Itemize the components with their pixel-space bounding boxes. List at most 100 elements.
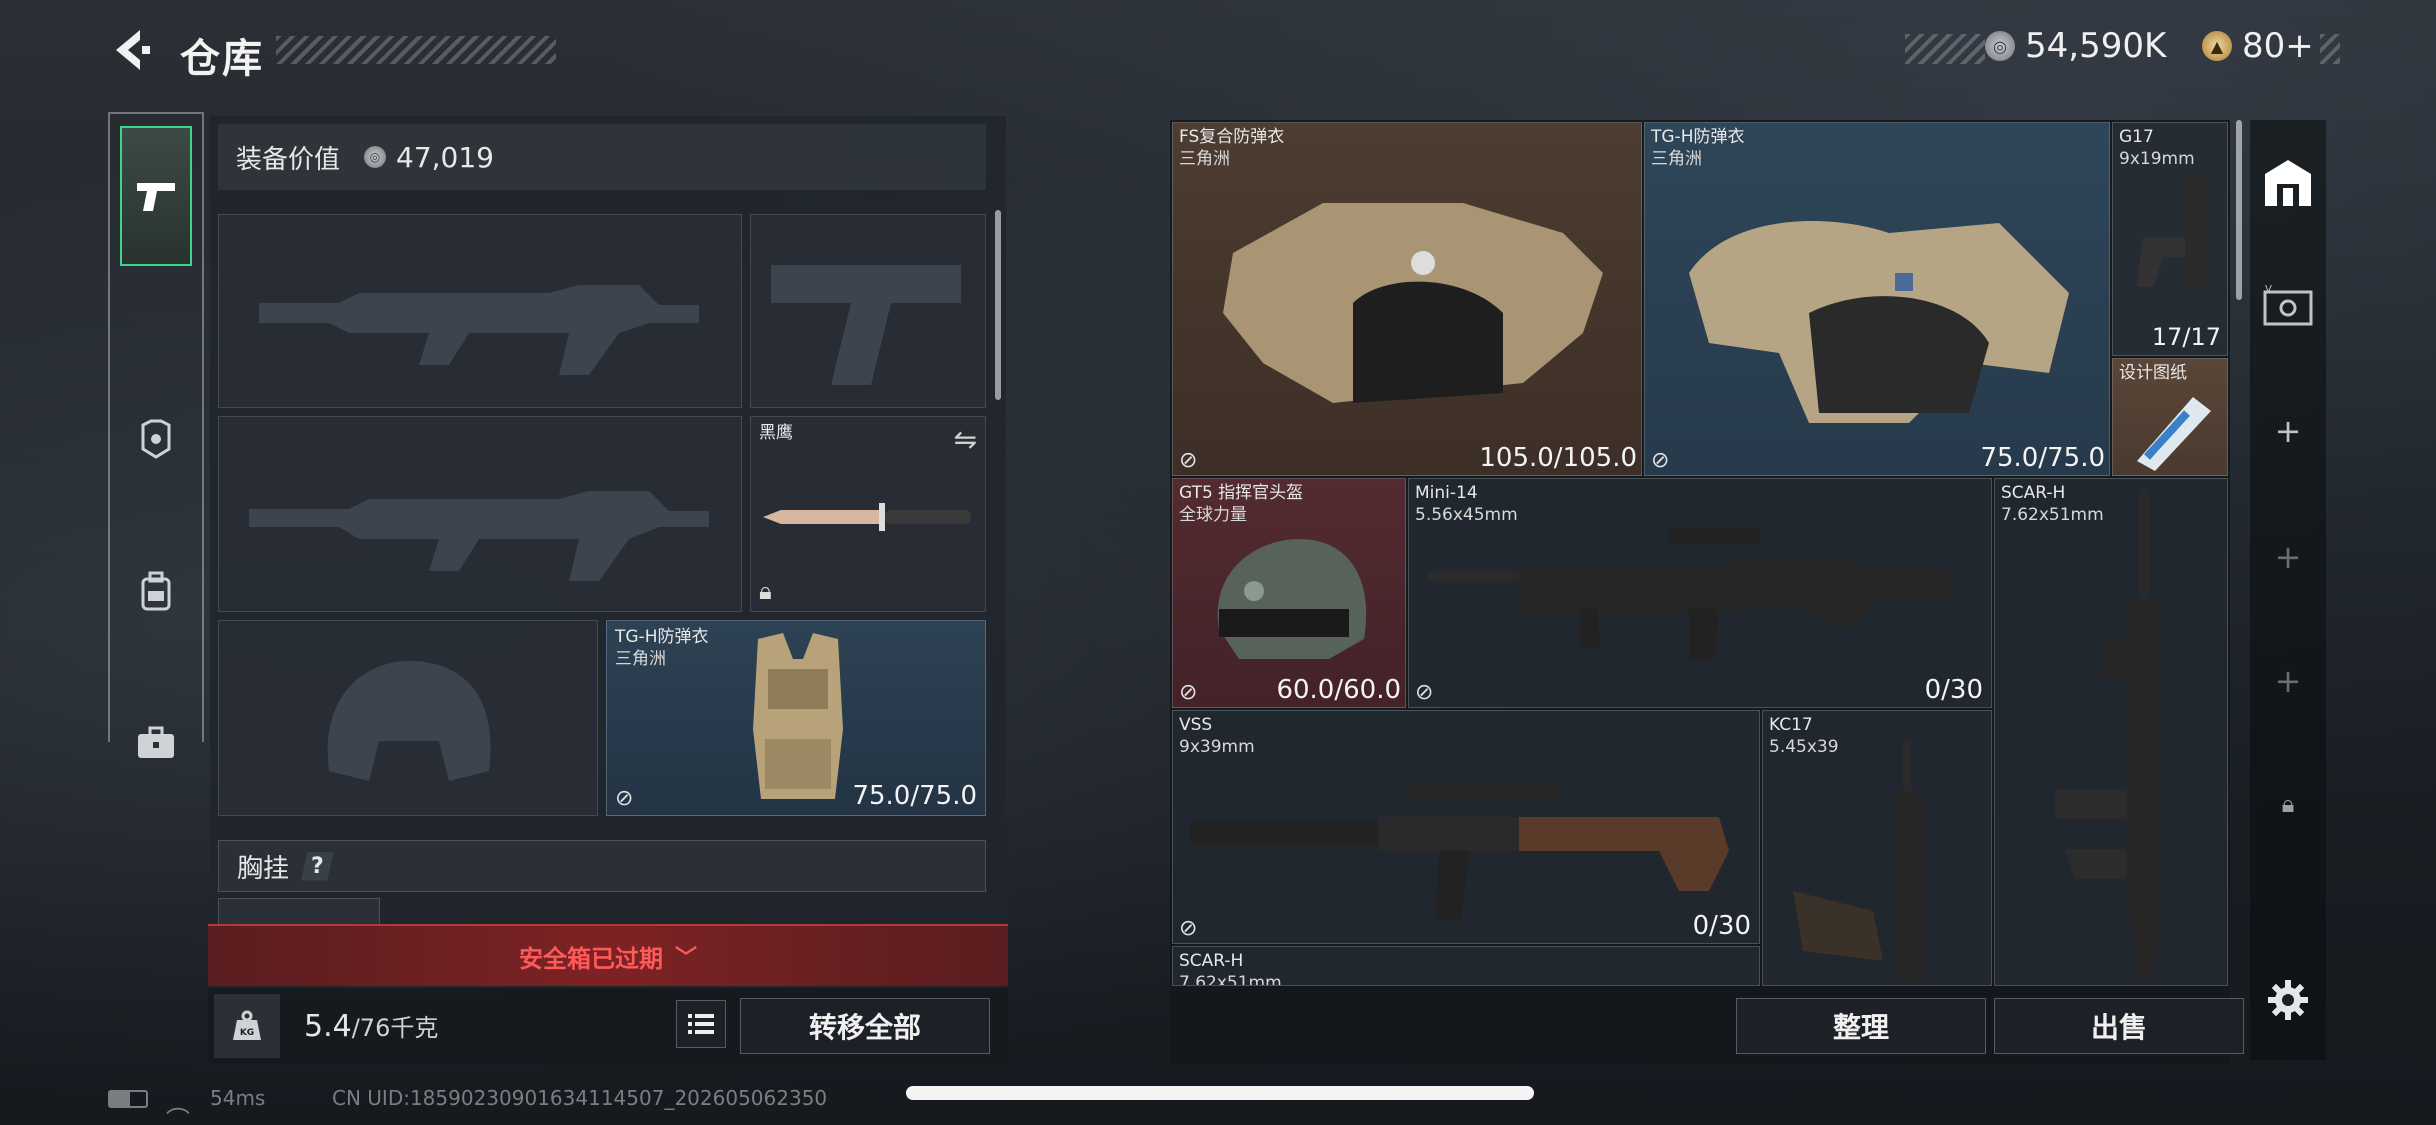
item-name: G17: [2119, 127, 2154, 147]
item-value: 0/30: [1692, 911, 1751, 941]
chevron-down-icon: ﹀: [674, 946, 697, 971]
chest-rig-row[interactable]: 胸挂 ?: [218, 840, 986, 892]
item-sub: 7.62x51mm: [1179, 973, 1282, 986]
vault-icon: V: [2263, 284, 2313, 326]
rifle-silhouette-icon: [259, 285, 699, 375]
currency-coins[interactable]: ◎ 54,590K: [1985, 26, 2166, 66]
mini14-image: [1429, 529, 1949, 659]
toolbox-icon: [138, 726, 174, 758]
melee-slot[interactable]: 黑鹰 ⇋ 🔒︎: [750, 416, 986, 612]
storage-item[interactable]: FS复合防弹衣 三角洲 ⊘ 105.0/105.0: [1172, 122, 1642, 476]
currency-bar-stripes: [1905, 34, 1985, 64]
storage-item[interactable]: G17 9x19mm 17/17: [2112, 122, 2228, 356]
pistol-slot[interactable]: [750, 214, 986, 408]
item-value: 0/30: [1924, 675, 1983, 705]
warehouse-icon: [2265, 160, 2311, 206]
armor-name: TG-H防弹衣: [615, 627, 709, 647]
no-insurance-icon: ⊘: [1179, 916, 1198, 941]
melee-name: 黑鹰: [759, 423, 793, 443]
helmet-image: [1217, 539, 1367, 659]
vss-image: [1189, 781, 1729, 921]
item-name: FS复合防弹衣: [1179, 127, 1285, 147]
tgh-armor-image: [1689, 221, 2069, 423]
warehouse-tab[interactable]: [2250, 158, 2326, 216]
armor-durability: 75.0/75.0: [852, 781, 977, 811]
tab-gear[interactable]: [110, 414, 202, 464]
lock-icon: 🔒︎: [759, 577, 772, 605]
storage-scrollbar[interactable]: [2236, 120, 2242, 300]
currency-tokens[interactable]: ▲ 80+: [2202, 26, 2314, 66]
safe-box-notice: 安全箱已过期: [518, 944, 663, 973]
page-title: 仓库: [180, 36, 264, 82]
armor-origin: 三角洲: [615, 649, 666, 669]
helmet-silhouette-icon: [327, 661, 491, 781]
wifi-icon: ︵: [166, 1090, 190, 1118]
item-value: 105.0/105.0: [1479, 443, 1637, 473]
weight-kg-icon: KG: [214, 994, 280, 1058]
home-indicator[interactable]: [906, 1086, 1534, 1100]
safe-box-expired-banner[interactable]: 安全箱已过期 ﹀: [208, 924, 1008, 986]
item-value: 17/17: [2151, 323, 2221, 351]
add-tab-button[interactable]: +: [2250, 662, 2326, 700]
equipment-scrollbar[interactable]: [995, 210, 1001, 400]
item-sub: 9x19mm: [2119, 149, 2195, 169]
armor-slot[interactable]: TG-H防弹衣 三角洲 ⊘ 75.0/75.0: [606, 620, 986, 816]
swap-icon[interactable]: ⇋: [954, 423, 977, 456]
add-tab-button[interactable]: +: [2250, 538, 2326, 576]
tab-toolbox[interactable]: [110, 718, 202, 768]
storage-item[interactable]: KC17 5.45x39: [1762, 710, 1992, 986]
coin-value: 54,590K: [2025, 26, 2167, 66]
back-button[interactable]: [104, 24, 156, 76]
settings-button[interactable]: [2250, 978, 2326, 1030]
item-name: SCAR-H: [1179, 951, 1244, 971]
helmet-slot[interactable]: [218, 620, 598, 816]
side-tab-bar: [108, 112, 204, 758]
svg-text:V: V: [2265, 284, 2272, 295]
ping-readout: 54ms: [210, 1086, 266, 1110]
item-name: GT5 指挥官头盔: [1179, 483, 1304, 503]
vault-tab[interactable]: V: [2250, 284, 2326, 338]
secondary-weapon-slot[interactable]: [218, 416, 742, 612]
list-icon: [688, 1014, 714, 1034]
storage-item[interactable]: TG-H防弹衣 三角洲 ⊘ 75.0/75.0: [1644, 122, 2110, 476]
storage-tab-rail: [2250, 120, 2326, 1060]
item-sub: 全球力量: [1179, 505, 1247, 525]
item-sub: 三角洲: [1651, 149, 1702, 169]
item-value: 75.0/75.0: [1980, 443, 2105, 473]
storage-item[interactable]: Mini-14 5.56x45mm ⊘ 0/30: [1408, 478, 1992, 708]
backpack-icon: [141, 571, 171, 611]
tab-backpack[interactable]: [110, 566, 202, 616]
g17-image: [2137, 177, 2207, 287]
chest-rig-label: 胸挂: [237, 853, 290, 884]
transfer-all-button[interactable]: 转移全部: [740, 998, 990, 1054]
lock-icon: 🔒︎: [2281, 790, 2295, 818]
add-tab-button[interactable]: +: [2250, 412, 2326, 450]
storage-item[interactable]: GT5 指挥官头盔 全球力量 ⊘ 60.0/60.0: [1172, 478, 1406, 708]
storage-item[interactable]: SCAR-H 7.62x51mm: [1172, 946, 1760, 986]
armor-vest-image: [753, 633, 843, 799]
battery-icon: [108, 1090, 148, 1108]
sort-button[interactable]: 整理: [1736, 998, 1986, 1054]
primary-weapon-slot[interactable]: [218, 214, 742, 408]
item-name: KC17: [1769, 715, 1813, 735]
pistol-silhouette-icon: [771, 265, 961, 385]
coin-icon: ◎: [1985, 31, 2015, 61]
storage-item[interactable]: SCAR-H 7.62x51mm: [1994, 478, 2228, 986]
list-view-button[interactable]: [676, 1000, 726, 1048]
sell-button[interactable]: 出售: [1994, 998, 2244, 1054]
help-icon[interactable]: ?: [301, 851, 334, 881]
tab-weapons[interactable]: [120, 126, 192, 266]
knife-image: [763, 503, 971, 531]
svg-text:KG: KG: [240, 1028, 254, 1038]
item-name: VSS: [1179, 715, 1213, 735]
uid-text: CN UID:18590230901634114507_202605062350: [332, 1086, 828, 1110]
token-value: 80+: [2242, 26, 2314, 66]
currency-right-stripes: [2320, 34, 2340, 64]
item-name: TG-H防弹衣: [1651, 127, 1745, 147]
kc17-image: [1793, 741, 1923, 981]
storage-item[interactable]: VSS 9x39mm ⊘ 0/30: [1172, 710, 1760, 944]
scarh-image: [2055, 489, 2161, 979]
no-insurance-icon: ⊘: [1179, 680, 1198, 705]
storage-item[interactable]: 设计图纸: [2112, 358, 2228, 476]
pistol-icon: [122, 128, 190, 264]
